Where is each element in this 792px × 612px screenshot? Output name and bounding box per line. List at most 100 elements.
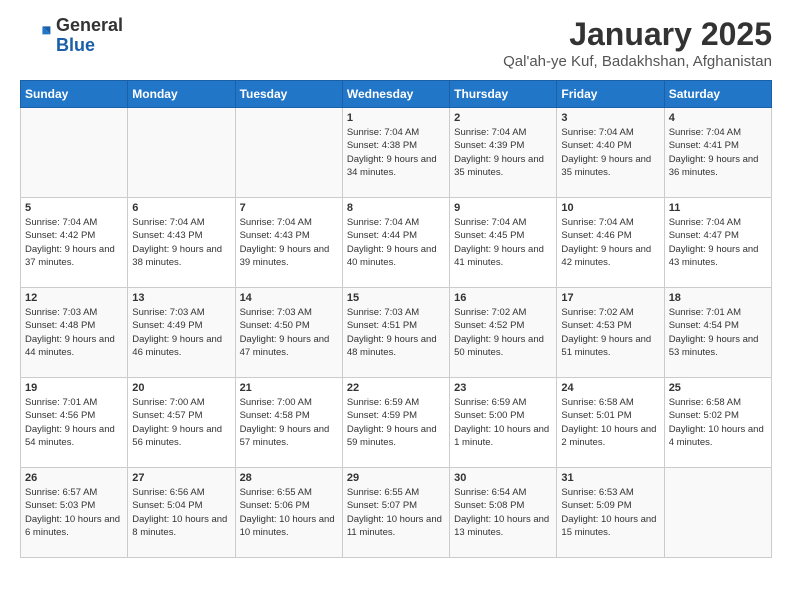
calendar-cell: 11 Sunrise: 7:04 AM Sunset: 4:47 PM Dayli… bbox=[664, 198, 771, 288]
calendar-week-row: 1 Sunrise: 7:04 AM Sunset: 4:38 PM Daylig… bbox=[21, 108, 772, 198]
calendar-cell: 14Sunrise: 7:03 AM Sunset: 4:50 PM Dayli… bbox=[235, 288, 342, 378]
calendar-cell: 31 Sunrise: 6:53 AM Sunset: 5:09 PM Dayli… bbox=[557, 468, 664, 558]
day-info: Sunrise: 7:04 AM Sunset: 4:43 PM Dayligh… bbox=[240, 216, 338, 269]
day-info: Sunrise: 6:55 AM Sunset: 5:06 PM Dayligh… bbox=[240, 486, 338, 539]
title-block: January 2025 Qal'ah-ye Kuf, Badakhshan, … bbox=[503, 16, 772, 70]
logo: General Blue bbox=[20, 16, 123, 56]
calendar-cell: 24 Sunrise: 6:58 AM Sunset: 5:01 PM Dayli… bbox=[557, 378, 664, 468]
day-info: Sunrise: 6:56 AM Sunset: 5:04 PM Dayligh… bbox=[132, 486, 230, 539]
day-number: 31 bbox=[561, 472, 659, 484]
calendar-cell: 18 Sunrise: 7:01 AM Sunset: 4:54 PM Dayli… bbox=[664, 288, 771, 378]
calendar-week-row: 19Sunrise: 7:01 AM Sunset: 4:56 PM Dayli… bbox=[21, 378, 772, 468]
calendar-cell: 12Sunrise: 7:03 AM Sunset: 4:48 PM Dayli… bbox=[21, 288, 128, 378]
day-number: 16 bbox=[454, 292, 552, 304]
subtitle: Qal'ah-ye Kuf, Badakhshan, Afghanistan bbox=[503, 53, 772, 70]
logo-general: General bbox=[56, 16, 123, 36]
day-number: 17 bbox=[561, 292, 659, 304]
calendar-cell: 21Sunrise: 7:00 AM Sunset: 4:58 PM Dayli… bbox=[235, 378, 342, 468]
page-header: General Blue January 2025 Qal'ah-ye Kuf,… bbox=[20, 16, 772, 70]
day-number: 7 bbox=[240, 202, 338, 214]
day-info: Sunrise: 6:53 AM Sunset: 5:09 PM Dayligh… bbox=[561, 486, 659, 539]
day-number: 18 bbox=[669, 292, 767, 304]
calendar-cell: 10 Sunrise: 7:04 AM Sunset: 4:46 PM Dayli… bbox=[557, 198, 664, 288]
calendar-cell: 15 Sunrise: 7:03 AM Sunset: 4:51 PM Dayli… bbox=[342, 288, 449, 378]
day-number: 6 bbox=[132, 202, 230, 214]
weekday-header: Wednesday bbox=[342, 81, 449, 108]
calendar-week-row: 5Sunrise: 7:04 AM Sunset: 4:42 PM Daylig… bbox=[21, 198, 772, 288]
day-number: 27 bbox=[132, 472, 230, 484]
day-info: Sunrise: 7:03 AM Sunset: 4:49 PM Dayligh… bbox=[132, 306, 230, 359]
day-number: 10 bbox=[561, 202, 659, 214]
logo-icon bbox=[20, 20, 52, 52]
day-number: 26 bbox=[25, 472, 123, 484]
calendar-cell: 26 Sunrise: 6:57 AM Sunset: 5:03 PM Dayli… bbox=[21, 468, 128, 558]
day-info: Sunrise: 7:04 AM Sunset: 4:46 PM Dayligh… bbox=[561, 216, 659, 269]
day-number: 9 bbox=[454, 202, 552, 214]
day-number: 24 bbox=[561, 382, 659, 394]
calendar-cell: 4Sunrise: 7:04 AM Sunset: 4:41 PM Daylig… bbox=[664, 108, 771, 198]
calendar-cell: 29 Sunrise: 6:55 AM Sunset: 5:07 PM Dayli… bbox=[342, 468, 449, 558]
weekday-header: Friday bbox=[557, 81, 664, 108]
day-number: 15 bbox=[347, 292, 445, 304]
calendar-cell: 3 Sunrise: 7:04 AM Sunset: 4:40 PM Daylig… bbox=[557, 108, 664, 198]
day-number: 20 bbox=[132, 382, 230, 394]
day-info: Sunrise: 7:04 AM Sunset: 4:41 PM Dayligh… bbox=[669, 126, 767, 179]
header-row: SundayMondayTuesdayWednesdayThursdayFrid… bbox=[21, 81, 772, 108]
day-info: Sunrise: 7:04 AM Sunset: 4:47 PM Dayligh… bbox=[669, 216, 767, 269]
day-number: 11 bbox=[669, 202, 767, 214]
calendar-cell: 2 Sunrise: 7:04 AM Sunset: 4:39 PM Daylig… bbox=[450, 108, 557, 198]
day-info: Sunrise: 7:03 AM Sunset: 4:51 PM Dayligh… bbox=[347, 306, 445, 359]
weekday-header: Monday bbox=[128, 81, 235, 108]
calendar-cell: 8Sunrise: 7:04 AM Sunset: 4:44 PM Daylig… bbox=[342, 198, 449, 288]
day-info: Sunrise: 7:02 AM Sunset: 4:52 PM Dayligh… bbox=[454, 306, 552, 359]
day-info: Sunrise: 7:00 AM Sunset: 4:57 PM Dayligh… bbox=[132, 396, 230, 449]
weekday-header: Tuesday bbox=[235, 81, 342, 108]
calendar-cell: 9 Sunrise: 7:04 AM Sunset: 4:45 PM Daylig… bbox=[450, 198, 557, 288]
day-info: Sunrise: 6:59 AM Sunset: 4:59 PM Dayligh… bbox=[347, 396, 445, 449]
calendar-cell: 30Sunrise: 6:54 AM Sunset: 5:08 PM Dayli… bbox=[450, 468, 557, 558]
day-number: 3 bbox=[561, 112, 659, 124]
day-number: 21 bbox=[240, 382, 338, 394]
day-info: Sunrise: 7:02 AM Sunset: 4:53 PM Dayligh… bbox=[561, 306, 659, 359]
calendar-cell: 1 Sunrise: 7:04 AM Sunset: 4:38 PM Daylig… bbox=[342, 108, 449, 198]
calendar-cell: 25 Sunrise: 6:58 AM Sunset: 5:02 PM Dayli… bbox=[664, 378, 771, 468]
weekday-header: Sunday bbox=[21, 81, 128, 108]
calendar-body: 1 Sunrise: 7:04 AM Sunset: 4:38 PM Daylig… bbox=[21, 108, 772, 558]
calendar-cell: 19Sunrise: 7:01 AM Sunset: 4:56 PM Dayli… bbox=[21, 378, 128, 468]
day-info: Sunrise: 7:04 AM Sunset: 4:43 PM Dayligh… bbox=[132, 216, 230, 269]
calendar-cell: 27 Sunrise: 6:56 AM Sunset: 5:04 PM Dayli… bbox=[128, 468, 235, 558]
calendar-cell bbox=[128, 108, 235, 198]
day-info: Sunrise: 7:04 AM Sunset: 4:39 PM Dayligh… bbox=[454, 126, 552, 179]
day-number: 8 bbox=[347, 202, 445, 214]
day-number: 25 bbox=[669, 382, 767, 394]
day-info: Sunrise: 7:04 AM Sunset: 4:45 PM Dayligh… bbox=[454, 216, 552, 269]
day-info: Sunrise: 6:58 AM Sunset: 5:01 PM Dayligh… bbox=[561, 396, 659, 449]
day-info: Sunrise: 7:04 AM Sunset: 4:38 PM Dayligh… bbox=[347, 126, 445, 179]
calendar-table: SundayMondayTuesdayWednesdayThursdayFrid… bbox=[20, 80, 772, 558]
calendar-cell: 23Sunrise: 6:59 AM Sunset: 5:00 PM Dayli… bbox=[450, 378, 557, 468]
calendar-cell: 13 Sunrise: 7:03 AM Sunset: 4:49 PM Dayli… bbox=[128, 288, 235, 378]
day-number: 2 bbox=[454, 112, 552, 124]
calendar-header: SundayMondayTuesdayWednesdayThursdayFrid… bbox=[21, 81, 772, 108]
day-info: Sunrise: 7:04 AM Sunset: 4:40 PM Dayligh… bbox=[561, 126, 659, 179]
calendar-cell: 5Sunrise: 7:04 AM Sunset: 4:42 PM Daylig… bbox=[21, 198, 128, 288]
calendar-cell bbox=[235, 108, 342, 198]
day-info: Sunrise: 6:55 AM Sunset: 5:07 PM Dayligh… bbox=[347, 486, 445, 539]
day-number: 29 bbox=[347, 472, 445, 484]
day-info: Sunrise: 6:58 AM Sunset: 5:02 PM Dayligh… bbox=[669, 396, 767, 449]
calendar-cell: 28Sunrise: 6:55 AM Sunset: 5:06 PM Dayli… bbox=[235, 468, 342, 558]
main-title: January 2025 bbox=[503, 16, 772, 53]
day-info: Sunrise: 7:03 AM Sunset: 4:50 PM Dayligh… bbox=[240, 306, 338, 359]
weekday-header: Thursday bbox=[450, 81, 557, 108]
day-number: 1 bbox=[347, 112, 445, 124]
calendar-cell bbox=[21, 108, 128, 198]
calendar-cell: 7 Sunrise: 7:04 AM Sunset: 4:43 PM Daylig… bbox=[235, 198, 342, 288]
logo-text: General Blue bbox=[56, 16, 123, 56]
day-number: 13 bbox=[132, 292, 230, 304]
calendar-week-row: 12Sunrise: 7:03 AM Sunset: 4:48 PM Dayli… bbox=[21, 288, 772, 378]
day-info: Sunrise: 7:03 AM Sunset: 4:48 PM Dayligh… bbox=[25, 306, 123, 359]
day-info: Sunrise: 7:01 AM Sunset: 4:56 PM Dayligh… bbox=[25, 396, 123, 449]
calendar-cell: 6 Sunrise: 7:04 AM Sunset: 4:43 PM Daylig… bbox=[128, 198, 235, 288]
day-info: Sunrise: 7:01 AM Sunset: 4:54 PM Dayligh… bbox=[669, 306, 767, 359]
day-info: Sunrise: 6:57 AM Sunset: 5:03 PM Dayligh… bbox=[25, 486, 123, 539]
